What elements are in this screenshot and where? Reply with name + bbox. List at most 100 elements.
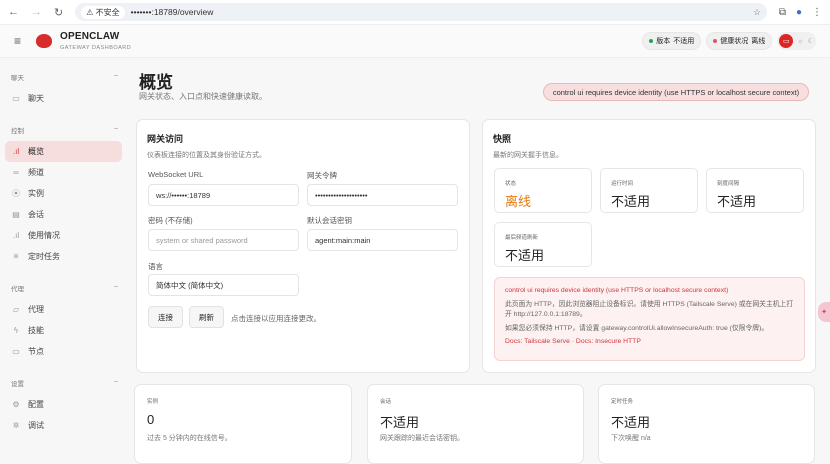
stat-value: 不适用 (505, 248, 545, 263)
error-alert: control ui requires device identity (use… (494, 277, 805, 361)
token-input[interactable]: •••••••••••••••••••• (307, 184, 458, 206)
connect-hint: 点击连接以应用连接更改。 (231, 314, 321, 323)
card-title: 网关访问 (147, 134, 184, 144)
sidebar-item-debug[interactable]: ✲ 调试 (5, 415, 122, 436)
sidebar-group-control[interactable]: 控制 – (0, 119, 128, 141)
sidebar-item-instances[interactable]: ⦿ 实例 (5, 183, 122, 204)
stat-label: 运行时间 (611, 181, 634, 187)
card-label: 实例 (147, 399, 159, 405)
link-icon: ∞ (13, 168, 19, 177)
stat-status: 状态 离线 (494, 168, 592, 213)
app-header: ≡ OPENCLAW GATEWAY DASHBOARD 版本 不适用 健康状况 离线… (0, 25, 830, 58)
language-label: 语言 (148, 262, 163, 271)
sessions-card: 会话 不适用 网关跟踪的最近会话密钥。 (367, 384, 584, 464)
error-pill: control ui requires device identity (use… (543, 83, 809, 101)
floating-assistant-icon[interactable]: ✦ (818, 302, 830, 322)
alert-title: control ui requires device identity (use… (505, 287, 729, 294)
sidebar-item-nodes[interactable]: ▭ 节点 (5, 341, 122, 362)
cron-card: 定时任务 不适用 下次唤醒 n/a (598, 384, 815, 464)
sidebar-group-agents[interactable]: 代理 – (0, 277, 128, 299)
sidebar-item-cron[interactable]: ✳ 定时任务 (5, 246, 122, 267)
version-badge: 版本 不适用 (642, 32, 702, 50)
stat-label: 刻度间隔 (717, 181, 740, 187)
docs-tailscale-link[interactable]: Docs: Tailscale Serve (505, 338, 570, 345)
sidebar-item-channels[interactable]: ∞ 频道 (5, 162, 122, 183)
session-key-input[interactable]: agent:main:main (307, 229, 458, 251)
card-title: 快照 (493, 134, 512, 144)
page-title: 概览 (139, 73, 173, 92)
version-label: 版本 (656, 38, 671, 45)
sidebar-group-settings[interactable]: 设置 – (0, 372, 128, 394)
security-warning[interactable]: ⚠ 不安全 (81, 5, 125, 19)
stat-value: 不适用 (717, 194, 757, 209)
connect-button[interactable]: 连接 (148, 306, 183, 328)
brand-subtitle: GATEWAY DASHBOARD (60, 45, 132, 51)
gateway-access-card: 网关访问 仪表板连接的位置及其身份验证方式。 WebSocket URL ws:… (136, 119, 470, 373)
monitor-icon: ▭ (12, 347, 20, 356)
token-label: 网关令牌 (307, 171, 337, 180)
monitor-theme-icon[interactable]: ▭ (779, 34, 794, 48)
ws-url-input[interactable]: ws://••••••:18789 (148, 184, 299, 206)
group-label: 控制 (11, 128, 24, 135)
url-text: •••••••:18789/overview (130, 7, 214, 17)
sidebar-item-chat[interactable]: ▭ 聊天 (5, 88, 122, 109)
star-icon[interactable]: ☆ (753, 7, 761, 18)
back-icon[interactable]: ← (8, 6, 19, 18)
sidebar-group-chat[interactable]: 聊天 – (0, 66, 128, 88)
sidebar-item-usage[interactable]: .ıl 使用情况 (5, 225, 122, 246)
bar-chart-icon: .ıl (12, 231, 20, 240)
language-select[interactable]: 简体中文 (简体中文) (148, 274, 299, 296)
group-label: 代理 (11, 286, 24, 293)
sidebar-item-label: 频道 (28, 168, 44, 177)
reload-icon[interactable]: ↻ (54, 6, 63, 19)
address-bar[interactable]: ⚠ 不安全 •••••••:18789/overview ☆ (75, 3, 767, 21)
sidebar-item-skills[interactable]: ϟ 技能 (5, 320, 122, 341)
instances-card: 实例 0 过去 5 分钟内的在线信号。 (134, 384, 352, 464)
stat-value: 不适用 (611, 194, 651, 209)
sidebar-item-sessions[interactable]: ▤ 会话 (5, 204, 122, 225)
sidebar: 聊天 – ▭ 聊天 控制 – .ıl 概览 ∞ 频道 ⦿ 实例 ▤ 会话 .ıl 使用情况 ✳ 定… (0, 58, 128, 448)
card-value: 不适用 (380, 415, 420, 430)
ws-url-label: WebSocket URL (148, 170, 204, 179)
moon-icon[interactable]: ☾ (808, 37, 814, 45)
stat-tick-interval: 刻度间隔 不适用 (706, 168, 804, 213)
security-label: 不安全 (95, 7, 120, 17)
stat-label: 最后频道刷新 (505, 235, 539, 241)
health-value: 离线 (751, 38, 766, 45)
hamburger-menu-icon[interactable]: ≡ (14, 34, 21, 48)
folder-icon: ▱ (12, 305, 20, 314)
page-subtitle: 网关状态、入口点和快速健康读取。 (139, 92, 267, 101)
card-subtext: 过去 5 分钟内的在线信号。 (147, 435, 232, 442)
status-dot-icon (649, 39, 654, 43)
profile-icon[interactable]: ● (796, 7, 802, 18)
password-input[interactable]: system or shared password (148, 229, 299, 251)
theme-switcher: ▭ ☼ ☾ (777, 32, 816, 50)
sidebar-item-label: 概览 (28, 147, 44, 156)
sun-icon[interactable]: ☼ (797, 38, 803, 45)
bug-icon: ✲ (12, 421, 20, 430)
sidebar-item-label: 配置 (28, 400, 44, 409)
card-subtext: 网关跟踪的最近会话密钥。 (380, 435, 464, 442)
alert-text: 如果您必须保持 HTTP，请设置 gateway.controlUi.allow… (505, 324, 769, 332)
gear-icon: ⚙ (12, 400, 20, 409)
sidebar-item-agents[interactable]: ▱ 代理 (5, 299, 122, 320)
loader-icon: ✳ (12, 252, 20, 261)
health-badge: 健康状况 离线 (706, 32, 773, 50)
snapshot-card: 快照 最新的网关握手信息。 状态 离线 运行时间 不适用 刻度间隔 不适用 最后频道刷… (482, 119, 816, 373)
sidebar-item-config[interactable]: ⚙ 配置 (5, 394, 122, 415)
docs-insecure-http-link[interactable]: Docs: Insecure HTTP (576, 338, 641, 345)
stat-value: 离线 (505, 194, 532, 209)
forward-icon[interactable]: → (31, 6, 42, 18)
sidebar-item-overview[interactable]: .ıl 概览 (5, 141, 122, 162)
version-value: 不适用 (673, 38, 695, 45)
card-value: 不适用 (611, 415, 651, 430)
brand-title: OPENCLAW (60, 31, 120, 42)
refresh-button[interactable]: 刷新 (189, 306, 224, 328)
radio-icon: ⦿ (12, 189, 20, 198)
extensions-icon[interactable]: ⧉ (779, 7, 786, 18)
card-value: 0 (147, 412, 155, 427)
menu-icon[interactable]: ⋮ (812, 7, 822, 18)
sidebar-item-label: 实例 (28, 189, 44, 198)
stat-last-channel-refresh: 最后频道刷新 不适用 (494, 222, 592, 267)
stat-uptime: 运行时间 不适用 (600, 168, 698, 213)
